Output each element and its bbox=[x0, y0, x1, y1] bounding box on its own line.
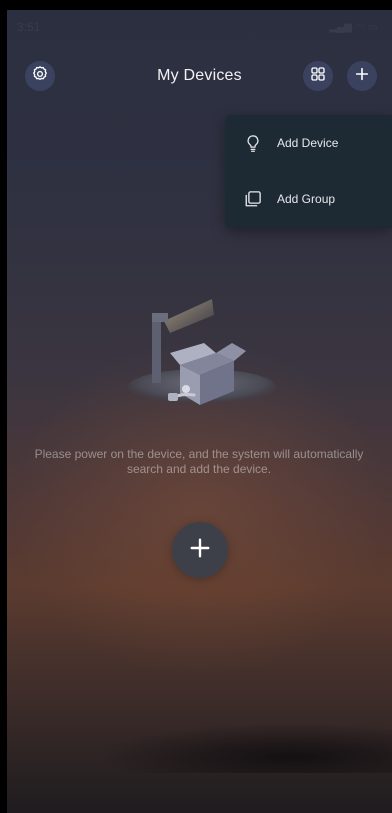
signal-icon: ▂▄▆ bbox=[329, 21, 352, 33]
plus-icon bbox=[189, 537, 211, 564]
add-device-button[interactable] bbox=[172, 522, 228, 578]
status-bar: 3:51 ▂▄▆ ◠ ▭ bbox=[7, 10, 392, 44]
settings-icon bbox=[31, 65, 49, 88]
background-hill bbox=[7, 693, 392, 773]
empty-state-illustration bbox=[124, 293, 276, 409]
menu-item-add-group[interactable]: Add Group bbox=[225, 177, 392, 221]
status-icons: ▂▄▆ ◠ ▭ bbox=[329, 22, 378, 33]
menu-item-label: Add Group bbox=[277, 192, 336, 206]
app-screen: 3:51 ▂▄▆ ◠ ▭ My Devices Add Device Add G… bbox=[7, 10, 392, 813]
menu-item-add-device[interactable]: Add Device bbox=[225, 121, 392, 165]
empty-state-message: Please power on the device, and the syst… bbox=[34, 447, 364, 476]
grid-view-button[interactable] bbox=[303, 61, 333, 91]
add-menu-button[interactable] bbox=[347, 61, 377, 91]
page-title: My Devices bbox=[157, 67, 242, 84]
status-time: 3:51 bbox=[17, 20, 41, 34]
battery-icon: ▭ bbox=[368, 21, 378, 33]
group-icon bbox=[243, 189, 263, 209]
menu-item-label: Add Device bbox=[277, 136, 339, 150]
lightbulb-icon bbox=[243, 133, 263, 153]
grid-view-icon bbox=[310, 66, 326, 87]
settings-button[interactable] bbox=[25, 61, 55, 91]
plus-icon bbox=[354, 66, 370, 87]
add-menu-dropdown: Add Device Add Group bbox=[225, 115, 392, 228]
wifi-icon: ◠ bbox=[355, 21, 365, 33]
header-bar: My Devices bbox=[7, 54, 392, 98]
